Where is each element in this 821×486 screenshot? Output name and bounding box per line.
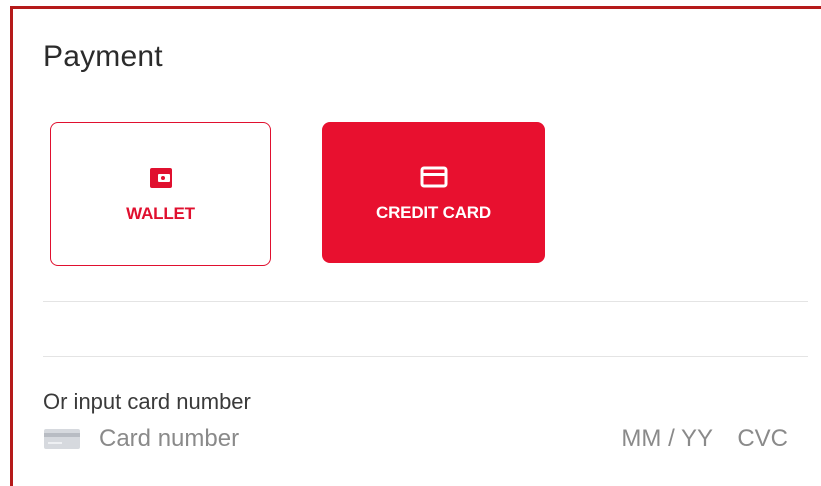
card-number-input[interactable]	[99, 425, 359, 453]
card-entry-row	[43, 422, 788, 456]
expiry-input[interactable]	[583, 425, 713, 453]
credit-card-method-label: CREDIT CARD	[376, 202, 491, 222]
wallet-icon	[146, 164, 176, 192]
page-title: Payment	[43, 40, 163, 73]
card-brand-icon	[43, 427, 81, 451]
wallet-method-label: WALLET	[126, 204, 195, 223]
divider	[43, 356, 808, 357]
cvc-input[interactable]	[719, 425, 788, 453]
credit-card-method-button[interactable]: CREDIT CARD	[322, 122, 545, 263]
card-input-prompt: Or input card number	[43, 389, 251, 414]
divider	[43, 301, 808, 302]
wallet-method-button[interactable]: WALLET	[50, 122, 271, 266]
credit-card-icon	[419, 163, 449, 191]
